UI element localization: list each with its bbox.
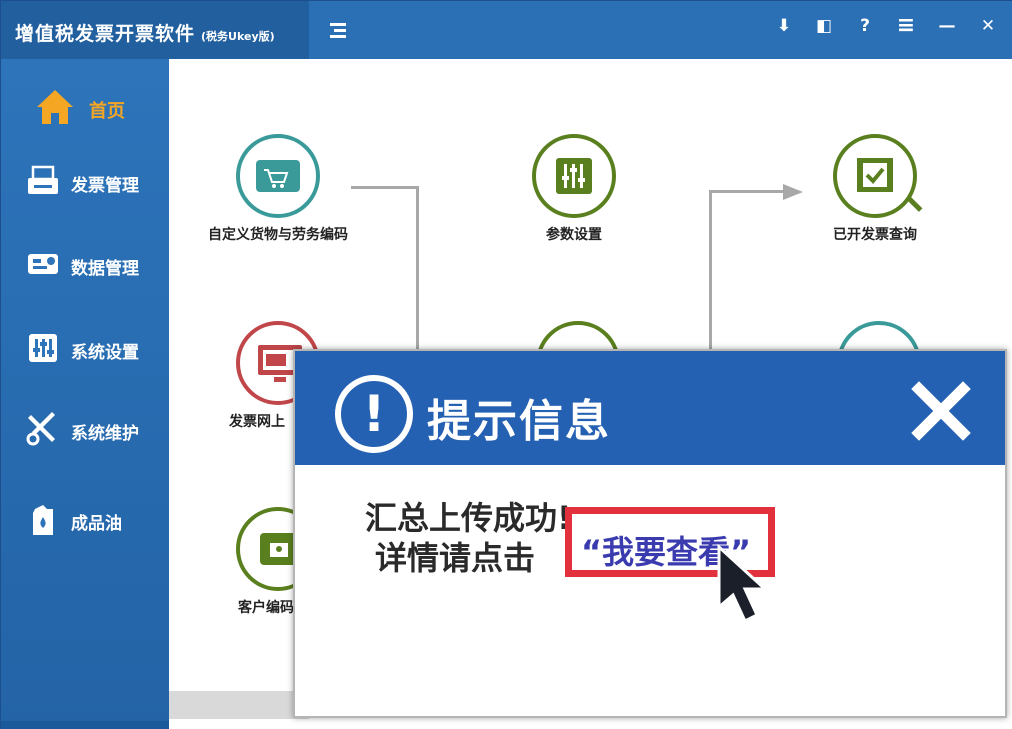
- sidebar-item-invoice-management[interactable]: 发票管理: [1, 151, 169, 211]
- sidebar-item-label: 首页: [89, 101, 125, 122]
- sidebar: 首页 发票管理 数据管理 系统设置 系统维护 成品油: [1, 59, 169, 729]
- sidebar-item-home[interactable]: 首页: [1, 77, 169, 137]
- title-area: 增值税发票开票软件 (税务Ukey版): [1, 1, 309, 59]
- feature-issued-invoice-query[interactable]: 已开发票查询: [795, 134, 955, 245]
- minimize-icon[interactable]: —: [932, 11, 962, 41]
- flow-line: [351, 186, 419, 189]
- oil-can-icon: [33, 505, 53, 535]
- sidebar-item-label: 系统设置: [71, 343, 139, 363]
- flow-line: [709, 190, 787, 193]
- app-title-text: 增值税发票开票软件: [15, 23, 196, 45]
- window-layout-icon[interactable]: ◧: [809, 11, 839, 41]
- title-bar: 增值税发票开票软件 (税务Ukey版) ⬇ ◧ ? ≡ — ✕: [1, 1, 1012, 59]
- tools-icon: [26, 412, 55, 446]
- feature-hidden-circle: [536, 321, 620, 351]
- sidebar-item-label: 系统维护: [71, 424, 139, 444]
- wallet-cart-icon: [236, 134, 320, 218]
- feature-hidden-circle: [837, 321, 921, 351]
- app-edition: (税务Ukey版): [201, 30, 275, 43]
- download-icon[interactable]: ⬇: [769, 11, 799, 41]
- sidebar-item-refined-oil[interactable]: 成品油: [1, 489, 169, 549]
- sliders-icon: [29, 334, 57, 362]
- close-icon[interactable]: ✕: [973, 11, 1003, 41]
- info-dialog: ! 提示信息 汇总上传成功! 详情请点击 “我要查看”: [293, 349, 1007, 718]
- feature-parameter-settings[interactable]: 参数设置: [494, 134, 654, 245]
- app-title: 增值税发票开票软件 (税务Ukey版): [15, 19, 275, 46]
- home-icon: [37, 90, 73, 124]
- sidebar-item-system-maintenance[interactable]: 系统维护: [1, 399, 169, 459]
- sidebar-footer: [1, 721, 169, 729]
- mouse-cursor-icon: [717, 543, 769, 624]
- film-check-icon: [833, 134, 923, 218]
- sidebar-item-label: 数据管理: [71, 259, 139, 279]
- status-strip: [169, 691, 309, 719]
- feature-label: 参数设置: [546, 227, 602, 243]
- menu-icon[interactable]: ≡: [891, 11, 921, 41]
- dialog-message-line2: 详情请点击: [375, 539, 536, 577]
- feature-label: 自定义货物与劳务编码: [208, 227, 348, 243]
- flow-line: [416, 186, 419, 351]
- data-icon: [28, 254, 58, 274]
- sidebar-toggle-icon[interactable]: [327, 19, 349, 41]
- app-window: 增值税发票开票软件 (税务Ukey版) ⬇ ◧ ? ≡ — ✕ 首页 发票管理 …: [0, 0, 1012, 729]
- flow-line: [709, 190, 712, 350]
- sidebar-item-data-management[interactable]: 数据管理: [1, 234, 169, 294]
- sidebar-item-system-settings[interactable]: 系统设置: [1, 318, 169, 378]
- sidebar-item-label: 成品油: [71, 514, 122, 534]
- help-icon[interactable]: ?: [850, 11, 880, 41]
- feature-goods-service-code[interactable]: 自定义货物与劳务编码: [198, 134, 358, 245]
- feature-label: 已开发票查询: [833, 227, 917, 243]
- exclamation-icon: !: [335, 375, 413, 453]
- sliders-icon: [532, 134, 616, 218]
- sidebar-item-label: 发票管理: [71, 176, 139, 196]
- dialog-title: 提示信息: [427, 396, 611, 447]
- dialog-header: ! 提示信息: [295, 351, 1005, 465]
- close-icon[interactable]: [911, 381, 971, 441]
- printer-icon: [28, 165, 58, 194]
